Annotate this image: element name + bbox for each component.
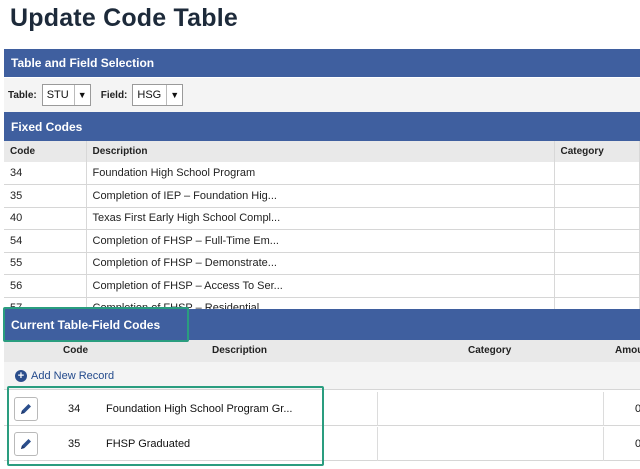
table-label: Table:	[8, 89, 37, 101]
field-select[interactable]: HSG ▼	[132, 84, 184, 106]
cell-code: 54	[4, 229, 87, 253]
fixed-codes-header: Fixed Codes	[4, 112, 640, 141]
current-codes-column-headers: Code Description Category Amou	[4, 340, 640, 362]
table-row[interactable]: 35 Completion of IEP – Foundation Hig...	[4, 184, 640, 208]
cell-description: Completion of IEP – Foundation Hig...	[86, 184, 555, 208]
field-select-value: HSG	[137, 89, 162, 101]
table-row[interactable]: 56 Completion of FHSP – Access To Ser...	[4, 274, 640, 298]
table-row[interactable]: 57 Completion of FHSP – Residential...	[4, 297, 640, 309]
add-new-record-row: + Add New Record	[4, 362, 640, 390]
cell-code: 55	[4, 252, 87, 275]
cell-description: Completion of FHSP – Residential...	[86, 297, 555, 309]
cell-category	[554, 162, 640, 185]
cell-category	[554, 297, 640, 309]
table-row: 34 Foundation High School Program Gr... …	[4, 392, 640, 426]
column-header-code[interactable]: Code	[4, 141, 87, 162]
caret-down-icon: ▼	[73, 85, 90, 105]
pencil-icon	[21, 404, 31, 414]
selection-header: Table and Field Selection	[4, 49, 640, 77]
edit-button[interactable]	[14, 432, 38, 456]
row-description: FHSP Graduated	[106, 438, 191, 450]
cell-category	[554, 252, 640, 275]
fixed-codes-table: Code Description Category 34 Foundation H…	[4, 141, 640, 309]
cell-code: 57	[4, 297, 87, 309]
cell-code: 40	[4, 207, 87, 230]
table-row[interactable]: 55 Completion of FHSP – Demonstrate...	[4, 252, 640, 275]
row-code: 35	[68, 438, 81, 450]
cell-description: Foundation High School Program	[86, 162, 555, 185]
pencil-icon	[21, 439, 31, 449]
row-description: Foundation High School Program Gr...	[106, 403, 293, 415]
table-select[interactable]: STU ▼	[41, 84, 91, 106]
table-row: 35 FHSP Graduated 0	[4, 427, 640, 461]
caret-down-icon: ▼	[166, 85, 182, 105]
column-header-amount[interactable]: Amou	[615, 345, 640, 356]
cell-category	[554, 207, 640, 230]
table-row[interactable]: 34 Foundation High School Program	[4, 162, 640, 185]
selection-row: Table: STU ▼ Field: HSG ▼	[4, 78, 640, 112]
cell-code: 35	[4, 184, 87, 208]
row-amount: 0	[635, 403, 640, 415]
field-label: Field:	[100, 89, 128, 101]
column-header-category[interactable]: Category	[468, 345, 511, 356]
cell-description: Texas First Early High School Compl...	[86, 207, 555, 230]
row-code: 34	[68, 403, 81, 415]
column-header-category[interactable]: Category	[554, 141, 640, 162]
cell-category	[554, 184, 640, 208]
table-row[interactable]: 40 Texas First Early High School Compl...	[4, 207, 640, 230]
column-header-code[interactable]: Code	[63, 345, 88, 356]
cell-description: Completion of FHSP – Full-Time Em...	[86, 229, 555, 253]
add-new-record-link[interactable]: Add New Record	[31, 370, 114, 382]
cell-code: 56	[4, 274, 87, 298]
cell-category	[554, 274, 640, 298]
plus-circle-icon[interactable]: +	[15, 369, 27, 382]
table-row[interactable]: 54 Completion of FHSP – Full-Time Em...	[4, 229, 640, 253]
current-codes-header: Current Table-Field Codes	[4, 309, 640, 340]
column-header-description[interactable]: Description	[86, 141, 555, 162]
edit-button[interactable]	[14, 397, 38, 421]
page-title: Update Code Table	[10, 4, 238, 32]
cell-category	[554, 229, 640, 253]
fixed-codes-scroll[interactable]: Code Description Category 34 Foundation H…	[4, 141, 640, 309]
table-select-value: STU	[46, 89, 69, 101]
column-header-description[interactable]: Description	[212, 345, 267, 356]
cell-code: 34	[4, 162, 87, 185]
row-amount: 0	[635, 438, 640, 450]
cell-description: Completion of FHSP – Demonstrate...	[86, 252, 555, 275]
cell-description: Completion of FHSP – Access To Ser...	[86, 274, 555, 298]
